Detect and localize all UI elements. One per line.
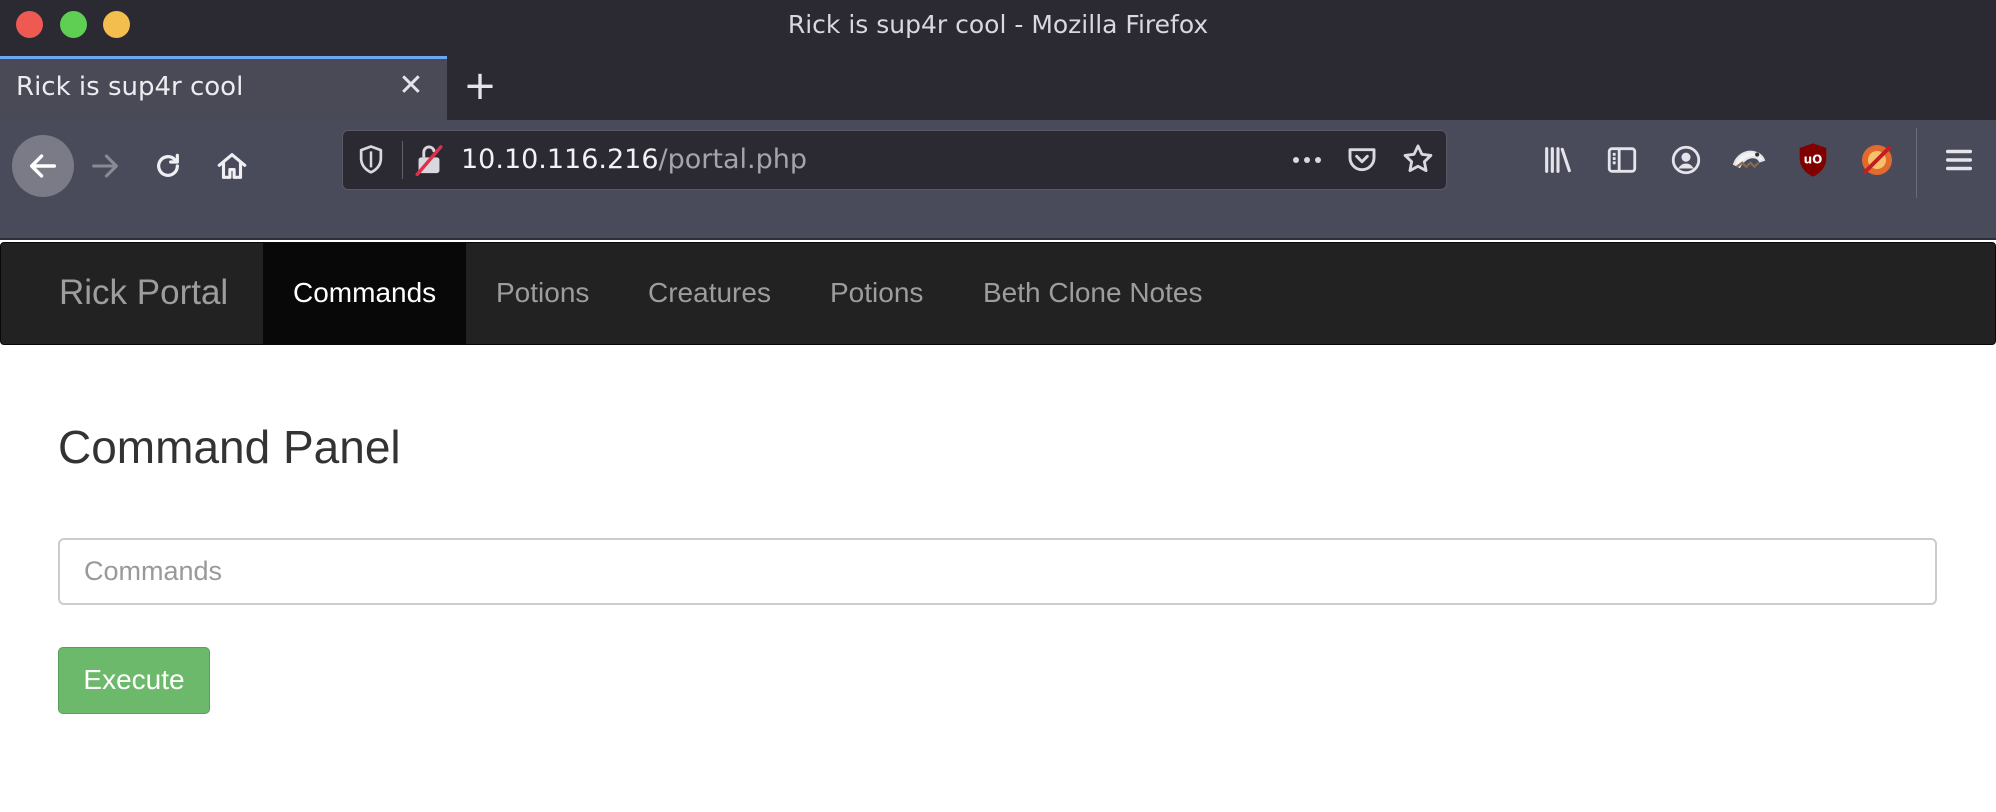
shield-icon[interactable]	[356, 144, 386, 180]
insecure-lock-icon[interactable]	[413, 143, 445, 181]
browser-tab[interactable]: Rick is sup4r cool ✕	[0, 56, 447, 120]
back-button[interactable]	[12, 135, 74, 197]
more-actions-icon[interactable]	[1290, 147, 1324, 177]
nav-item-creatures[interactable]: Creatures	[648, 243, 771, 344]
url-separator	[402, 141, 403, 179]
home-icon	[217, 153, 247, 179]
window-title: Rick is sup4r cool - Mozilla Firefox	[787, 10, 1209, 39]
execute-button[interactable]: Execute	[58, 647, 210, 714]
noscript-icon[interactable]	[1859, 142, 1895, 182]
navbar-brand[interactable]: Rick Portal	[59, 243, 228, 343]
svg-text:uO: uO	[1804, 152, 1823, 166]
nav-item-beth-clone-notes[interactable]: Beth Clone Notes	[983, 243, 1202, 344]
extension-icon[interactable]	[1730, 142, 1768, 182]
hamburger-menu-icon[interactable]	[1942, 143, 1976, 181]
nav-toolbar: 10.10.116.216/portal.php uO	[0, 120, 1996, 240]
bookmark-star-icon[interactable]	[1401, 142, 1435, 180]
toolbar-divider	[1916, 128, 1917, 198]
url-text[interactable]: 10.10.116.216/portal.php	[461, 144, 807, 175]
nav-item-potions[interactable]: Potions	[496, 243, 589, 344]
page-title: Command Panel	[58, 421, 401, 473]
tab-close-icon[interactable]: ✕	[393, 68, 429, 104]
forward-button[interactable]	[80, 141, 130, 191]
nav-item-potions-2[interactable]: Potions	[830, 243, 923, 344]
tab-strip: Rick is sup4r cool ✕ +	[0, 50, 1996, 120]
nav-item-commands[interactable]: Commands	[263, 243, 467, 344]
url-path: /portal.php	[658, 144, 807, 175]
account-icon[interactable]	[1669, 143, 1703, 181]
url-bar[interactable]: 10.10.116.216/portal.php	[342, 130, 1447, 190]
forward-arrow-icon	[92, 154, 118, 178]
reload-button[interactable]	[143, 141, 193, 191]
tab-title: Rick is sup4r cool	[16, 72, 244, 102]
pocket-icon[interactable]	[1346, 143, 1378, 179]
library-icon[interactable]	[1541, 143, 1575, 181]
home-button[interactable]	[207, 141, 257, 191]
window-titlebar: Rick is sup4r cool - Mozilla Firefox	[0, 0, 1996, 50]
back-arrow-icon	[29, 154, 57, 178]
url-host: 10.10.116.216	[461, 144, 659, 175]
site-navbar: Rick Portal Commands Potions Creatures P…	[0, 242, 1996, 345]
new-tab-button[interactable]: +	[456, 64, 504, 112]
ublock-icon[interactable]: uO	[1797, 142, 1829, 182]
reload-icon	[157, 153, 179, 177]
command-input[interactable]	[58, 538, 1937, 605]
sidebar-icon[interactable]	[1605, 143, 1639, 181]
